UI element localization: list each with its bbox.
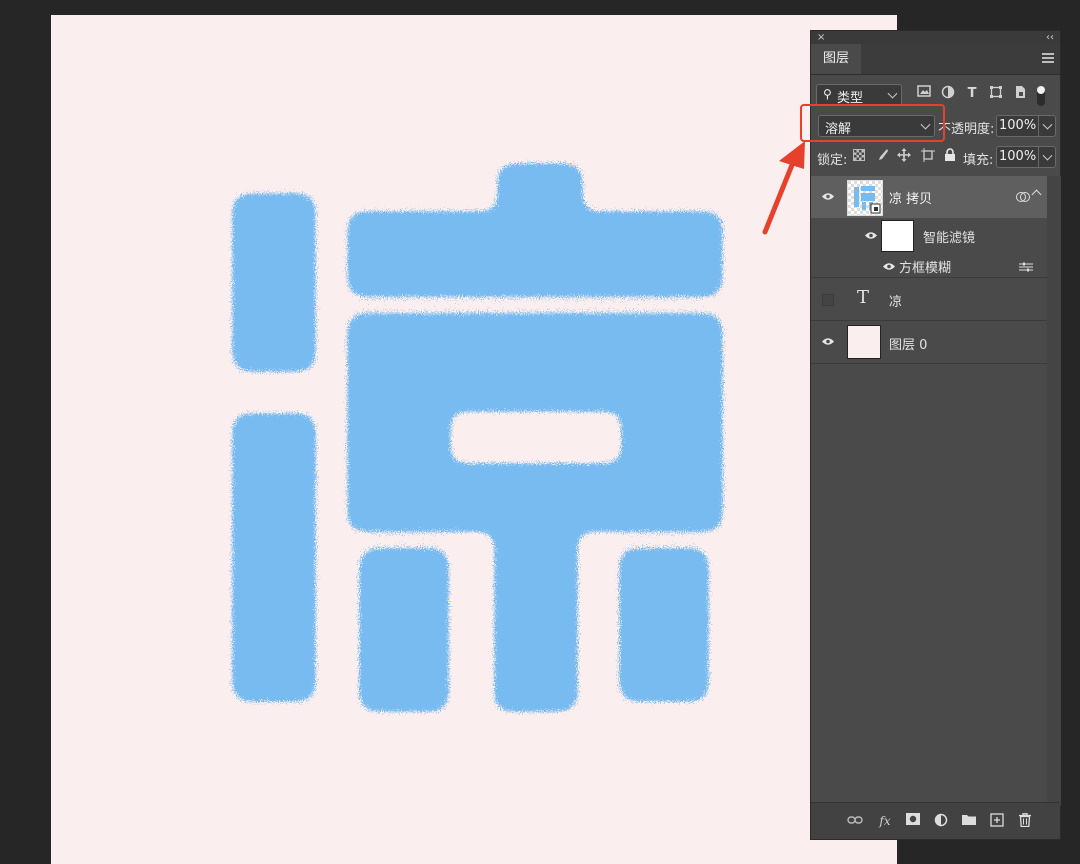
layer-thumbnail-copy [847, 180, 883, 216]
opacity-dropdown-button[interactable] [1038, 116, 1055, 136]
blend-mode-highlight-box [800, 104, 945, 142]
text-layer-icon: T [857, 287, 870, 308]
lock-image-pixels-icon[interactable] [875, 148, 889, 166]
layer-row-copy[interactable]: 凉 拷贝 [811, 176, 1047, 218]
add-mask-icon[interactable] [905, 813, 921, 829]
panel-menu-icon[interactable] [1042, 53, 1054, 65]
layer-name: 图层 0 [889, 338, 928, 353]
layers-scrollbar[interactable] [1047, 176, 1061, 806]
fill-dropdown-button[interactable] [1038, 147, 1055, 167]
filter-pixel-icon[interactable] [915, 85, 933, 103]
smart-filter-mask-thumbnail [881, 220, 914, 252]
lock-artboard-icon[interactable] [921, 148, 935, 166]
filter-adjustment-icon[interactable] [939, 85, 957, 103]
filter-toggle-switch[interactable] [1035, 85, 1047, 106]
filter-smart-object-icon[interactable] [1011, 85, 1029, 103]
layers-panel: × ‹‹ 图层 ⚲ 类型 T 溶解 不透明度: 100% 锁定: 填充: 100… [810, 30, 1061, 840]
filter-box-blur-row[interactable]: 方框模糊 [811, 253, 1047, 277]
smart-filter-indicator-icon[interactable] [1016, 191, 1030, 203]
filter-type-dropdown[interactable]: ⚲ 类型 [816, 84, 902, 106]
lock-label: 锁定: [817, 153, 848, 168]
adjustment-layer-icon[interactable] [933, 813, 949, 829]
layer-row-text[interactable]: T 凉 [811, 278, 1047, 320]
layers-bottom-toolbar: fx [811, 802, 1060, 839]
opacity-label: 不透明度: [938, 122, 995, 137]
new-layer-icon[interactable] [989, 813, 1005, 829]
fill-value: 100% [999, 149, 1037, 164]
fx-icon[interactable]: fx [877, 813, 893, 829]
lock-transparent-pixels-icon[interactable] [853, 149, 865, 161]
filter-shape-icon[interactable] [987, 85, 1005, 103]
collapse-chevron-icon[interactable] [1031, 189, 1042, 200]
red-arrow-annotation [762, 141, 805, 235]
smart-filters-label: 智能滤镜 [923, 231, 976, 246]
new-group-folder-icon[interactable] [961, 813, 977, 829]
layer-name: 凉 拷贝 [889, 192, 933, 207]
link-layers-icon[interactable] [847, 813, 863, 829]
panel-tab-row: 图层 [811, 44, 1060, 75]
opacity-field[interactable]: 100% [996, 115, 1056, 137]
visibility-toggle-empty[interactable] [822, 294, 834, 306]
chevron-down-icon [887, 88, 898, 99]
filter-name: 方框模糊 [899, 261, 952, 276]
tab-layers[interactable]: 图层 [811, 44, 861, 74]
opacity-value: 100% [999, 118, 1037, 133]
eye-icon[interactable] [821, 192, 835, 201]
panel-collapse-button[interactable]: ‹‹ [1046, 31, 1054, 44]
layer-thumbnail-background [847, 325, 881, 359]
delete-layer-icon[interactable] [1017, 813, 1033, 829]
panel-close-button[interactable]: × [817, 31, 825, 44]
smart-filters-row[interactable]: 智能滤镜 [811, 219, 1047, 253]
eye-icon[interactable] [882, 262, 896, 271]
lock-all-icon[interactable] [944, 148, 956, 166]
eye-icon[interactable] [864, 231, 878, 240]
fill-field[interactable]: 100% [996, 146, 1056, 168]
filter-type-icon[interactable]: T [963, 85, 981, 103]
lock-position-icon[interactable] [897, 148, 911, 166]
panel-title-bar: × ‹‹ [811, 31, 1060, 44]
fill-label: 填充: [963, 153, 994, 168]
eye-icon[interactable] [821, 337, 835, 346]
search-icon: ⚲ [823, 87, 832, 101]
layer-name: 凉 [889, 295, 903, 310]
filter-blending-options-icon[interactable] [1019, 262, 1033, 272]
layer-row-background[interactable]: 图层 0 [811, 321, 1047, 363]
